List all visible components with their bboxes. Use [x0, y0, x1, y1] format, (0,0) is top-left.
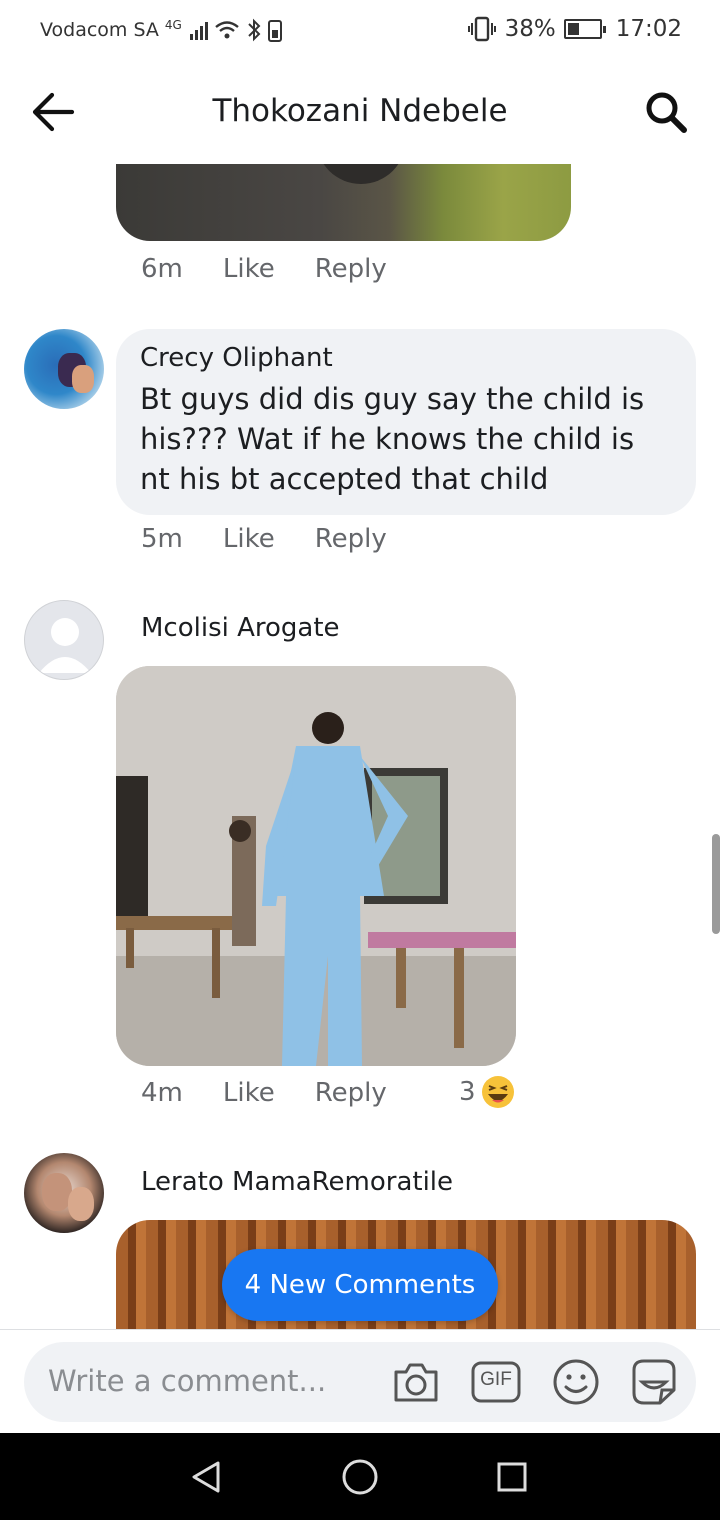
back-triangle-icon [192, 1461, 220, 1493]
like-button[interactable]: Like [223, 524, 275, 554]
reaction-summary[interactable]: 3 [459, 1074, 516, 1110]
comment-input[interactable]: Write a comment... [48, 1364, 326, 1398]
comment-photo[interactable] [116, 666, 516, 1066]
laughing-emoji-icon [481, 1076, 514, 1108]
gif-button[interactable]: GIF [470, 1356, 522, 1408]
new-comments-button[interactable]: 4 New Comments [222, 1249, 498, 1321]
home-circle-icon [342, 1459, 378, 1495]
comment-time: 4m [141, 1078, 183, 1108]
signal-icon [189, 20, 208, 40]
battery-percent: 38% [504, 16, 556, 42]
camera-icon [394, 1363, 438, 1402]
comment-author[interactable]: Crecy Oliphant [140, 343, 672, 373]
gif-label: GIF [480, 1369, 512, 1390]
comment-bubble[interactable]: Crecy Oliphant Bt guys did dis guy say t… [116, 329, 696, 515]
bluetooth-icon [248, 18, 261, 42]
comment-time: 6m [141, 254, 183, 284]
header: Thokozani Ndebele [0, 60, 720, 164]
clock: 17:02 [615, 16, 682, 42]
comment-author[interactable]: Lerato MamaRemoratile [141, 1167, 453, 1197]
page-title: Thokozani Ndebele [212, 93, 508, 129]
comment-actions: 4m Like Reply [141, 1078, 387, 1108]
vibrate-icon [467, 16, 496, 42]
nav-home-button[interactable] [340, 1457, 380, 1497]
emoji-button[interactable] [550, 1356, 602, 1408]
wifi-icon [215, 21, 239, 39]
comment-author[interactable]: Mcolisi Arogate [141, 613, 340, 643]
comment-input-box[interactable]: Write a comment... GIF [24, 1342, 696, 1422]
comments-list[interactable]: 6m Like Reply Crecy Oliphant Bt guys did… [0, 164, 720, 1329]
sticker-icon [632, 1359, 676, 1405]
comment-photo[interactable] [116, 164, 571, 241]
like-button[interactable]: Like [223, 1078, 275, 1108]
search-button[interactable] [644, 90, 688, 134]
recents-square-icon [497, 1462, 527, 1492]
comment-composer: Write a comment... GIF [0, 1329, 720, 1433]
avatar[interactable] [24, 600, 104, 680]
like-button[interactable]: Like [223, 254, 275, 284]
reply-button[interactable]: Reply [315, 254, 387, 284]
system-nav-bar [0, 1433, 720, 1520]
emoji-icon [553, 1359, 599, 1405]
comment-time: 5m [141, 524, 183, 554]
default-avatar-icon [39, 618, 91, 673]
reply-button[interactable]: Reply [315, 524, 387, 554]
comment-text: Bt guys did dis guy say the child is his… [140, 382, 645, 496]
status-bar: Vodacom SA 4G 38% 17:02 [0, 0, 720, 60]
camera-button[interactable] [390, 1356, 442, 1408]
search-icon [646, 92, 687, 133]
comment-actions: 6m Like Reply [141, 254, 387, 284]
reaction-count: 3 [459, 1077, 476, 1107]
nav-back-button[interactable] [186, 1457, 226, 1497]
avatar[interactable] [24, 1153, 104, 1233]
photo-man-in-room [116, 666, 516, 1066]
carrier-label: Vodacom SA [40, 19, 159, 41]
comment-actions: 5m Like Reply [141, 524, 387, 554]
network-label: 4G [164, 18, 182, 32]
reply-button[interactable]: Reply [315, 1078, 387, 1108]
avatar[interactable] [24, 329, 104, 409]
nav-recents-button[interactable] [492, 1457, 532, 1497]
small-battery-icon [267, 20, 282, 42]
scrollbar[interactable] [712, 834, 720, 934]
sticker-button[interactable] [628, 1356, 680, 1408]
battery-icon [563, 19, 606, 39]
